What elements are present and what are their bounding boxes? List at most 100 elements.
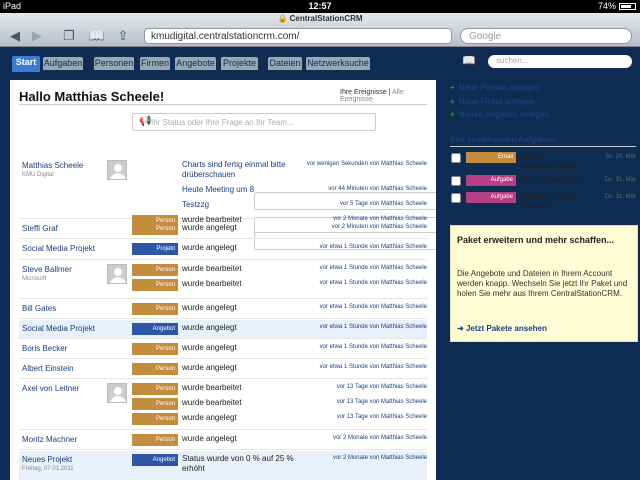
sidebar: + Neue Person anlegen + Neue Firma anlegen… <box>447 80 640 480</box>
task-type-badge: Aufgabe <box>466 192 516 203</box>
promo-link[interactable]: ➜ Jetzt Pakete ansehen <box>457 324 547 333</box>
divider <box>19 104 427 105</box>
row-name[interactable]: Albert Einstein <box>22 364 74 373</box>
activity-row: Moritz Machner Person wurde angelegt vor 2 … <box>19 431 427 450</box>
event-type-badge: Person <box>132 223 178 235</box>
tab-projekte[interactable]: Projekte <box>221 57 258 70</box>
activity-row: Social Media Projekt Angebot wurde angeleg… <box>19 320 427 339</box>
activity-row: Steffi Graf Person wurde angelegt vor 2 Min… <box>19 220 427 239</box>
app-search-input[interactable]: suchen... <box>488 55 632 68</box>
event-type-badge: Angebot <box>132 454 178 466</box>
event-entry: StatusTestzzgvor 5 Tage von Matthias Sch… <box>132 199 436 250</box>
battery-icon <box>619 3 636 10</box>
avatar <box>107 383 127 403</box>
event-type-badge: Person <box>132 279 178 291</box>
task-checkbox[interactable] <box>451 176 461 186</box>
event-entry: Person wurde angelegt vor etwa 1 Stunde vo… <box>132 362 427 376</box>
avatar <box>107 264 127 284</box>
activity-panel: Hallo Matthias Scheele! Ihre Ereignisse … <box>10 80 436 480</box>
row-name[interactable]: Neues Projekt <box>22 455 72 464</box>
event-filter: Ihre Ereignisse | Alle Ereignisse <box>340 89 436 103</box>
add-company-link[interactable]: + Neue Firma anlegen <box>450 97 535 106</box>
event-entry: Person wurde angelegt vor etwa 1 Stunde vo… <box>132 302 427 316</box>
activity-row: Steve Ballmer Microsoft Person wurde bearbe… <box>19 261 427 299</box>
status-input[interactable]: 📢 Ihr Status oder Ihre Frage an Ihr Team… <box>132 113 376 131</box>
task-type-badge: Aufgabe <box>466 175 516 186</box>
event-text: wurde bearbeitet <box>182 264 242 273</box>
event-entry: Person wurde bearbeitet vor 13 Tage von Ma… <box>132 397 427 411</box>
tab-angebote[interactable]: Angebote <box>175 57 216 70</box>
event-entry: StatusHeute Meeting um 8vor 44 Minuten v… <box>132 184 436 235</box>
event-time: vor 2 Minuten von Matthias Scheele <box>331 224 427 230</box>
tab-start[interactable]: Start <box>12 56 40 72</box>
back-icon[interactable]: ◀ <box>6 29 24 43</box>
event-text: wurde angelegt <box>182 363 237 372</box>
activity-row: Social Media Projekt Projekt wurde angeleg… <box>19 240 427 260</box>
event-entry: Person wurde angelegt vor 2 Minuten von Ma… <box>132 222 427 236</box>
add-person-link[interactable]: + Neue Person anlegen <box>450 83 540 92</box>
event-time: vor 13 Tage von Matthias Scheele <box>336 414 427 420</box>
battery-percent: 74% <box>597 1 616 11</box>
url-text: kmudigital.centralstationcrm.com/ <box>151 31 300 42</box>
clock: 12:57 <box>308 1 332 11</box>
task-title[interactable]: Becker benachrichtigen <box>520 152 576 172</box>
tab-personen[interactable]: Personen <box>94 57 134 70</box>
task-title[interactable]: Ballmer Konzept schicken <box>520 192 588 212</box>
address-bar[interactable]: kmudigital.centralstationcrm.com/ <box>144 28 452 44</box>
event-time: vor wenigen Sekunden von Matthias Scheel… <box>306 161 427 167</box>
event-entry: Projekt wurde angelegt vor etwa 1 Stunde v… <box>132 242 427 256</box>
event-entry: StatusCharts sind fertig einmal bitte dr… <box>132 159 436 210</box>
row-name[interactable]: Social Media Projekt <box>22 324 95 333</box>
activity-row: Axel von Leitner Person wurde bearbeitet vo… <box>19 380 427 430</box>
row-name[interactable]: Steve Ballmer <box>22 265 72 274</box>
task-date: So. 20. Mär <box>604 154 636 160</box>
event-time: vor etwa 1 Stunde von Matthias Scheele <box>319 244 427 250</box>
google-search-field[interactable]: Google <box>460 28 632 44</box>
avatar <box>107 160 127 180</box>
add-offer-link[interactable]: + Neues Angebot anlegen <box>450 110 550 119</box>
bookmark-icon[interactable]: 📖 <box>462 54 476 67</box>
page-title-bar: 🔒 CentralStationCRM <box>277 14 363 23</box>
event-time: vor etwa 1 Stunde von Matthias Scheele <box>319 324 427 330</box>
row-name[interactable]: Social Media Projekt <box>22 244 95 253</box>
event-text[interactable]: Heute Meeting um 8 <box>182 185 300 195</box>
tab-dateien[interactable]: Dateien <box>268 57 302 70</box>
event-text: wurde bearbeitet <box>182 383 242 392</box>
event-entry: Person wurde bearbeitet vor etwa 1 Stunde … <box>132 263 427 277</box>
task-item: Email Becker benachrichtigen So. 20. Mär <box>450 152 636 172</box>
event-text[interactable]: Charts sind fertig einmal bitte drübersc… <box>182 160 300 180</box>
tabs-icon[interactable]: ❐ <box>60 29 78 43</box>
event-type-badge: Person <box>132 343 178 355</box>
bookmarks-icon[interactable]: 📖 <box>88 29 106 43</box>
activity-row: Albert Einstein Person wurde angelegt vor e… <box>19 360 427 379</box>
event-type-badge: Person <box>132 434 178 446</box>
event-type-badge: Person <box>132 363 178 375</box>
task-checkbox[interactable] <box>451 193 461 203</box>
task-checkbox[interactable] <box>451 153 461 163</box>
event-time: vor 2 Monate von Matthias Scheele <box>332 435 427 441</box>
event-text: wurde bearbeitet <box>182 398 242 407</box>
row-name[interactable]: Boris Becker <box>22 344 67 353</box>
ios-status-bar: iPad 12:57 74% <box>0 0 640 13</box>
event-time: vor 13 Tage von Matthias Scheele <box>336 399 427 405</box>
event-time: vor 5 Tage von Matthias Scheele <box>340 201 427 207</box>
tasks-heading: Ihre anstehenden Aufgaben <box>450 135 636 147</box>
tab-firmen[interactable]: Firmen <box>140 57 170 70</box>
row-name[interactable]: Bill Gates <box>22 304 56 313</box>
event-text[interactable]: Testzzg <box>182 200 300 210</box>
row-name[interactable]: Axel von Leitner <box>22 384 79 393</box>
row-name[interactable]: Matthias Scheele <box>22 161 83 170</box>
tab-aufgaben[interactable]: Aufgaben <box>43 57 83 70</box>
event-text: wurde angelegt <box>182 323 237 332</box>
forward-icon[interactable]: ▶ <box>28 29 46 43</box>
tab-netzwerksuche[interactable]: Netzwerksuche <box>306 57 370 70</box>
share-icon[interactable]: ⇪ <box>114 29 132 43</box>
row-name[interactable]: Moritz Machner <box>22 435 77 444</box>
event-time: vor etwa 1 Stunde von Matthias Scheele <box>319 304 427 310</box>
filter-mine[interactable]: Ihre Ereignisse <box>340 89 387 96</box>
task-title[interactable]: Konzept erstellen <box>520 175 600 185</box>
row-name[interactable]: Steffi Graf <box>22 224 58 233</box>
event-text: wurde angelegt <box>182 343 237 352</box>
event-time: vor 44 Minuten von Matthias Scheele <box>328 186 427 192</box>
event-entry: Person wurde angelegt vor 13 Tage von Matt… <box>132 412 427 426</box>
